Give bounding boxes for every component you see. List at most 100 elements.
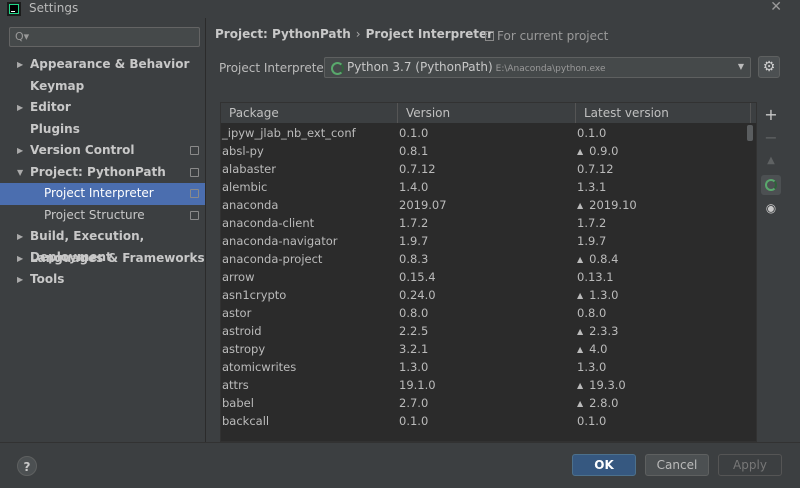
sidebar-item-plugins[interactable]: Plugins: [0, 119, 205, 141]
collapse-arrow-icon[interactable]: ▼: [17, 162, 23, 183]
table-row[interactable]: arrow 0.15.4 0.13.1: [221, 268, 751, 286]
table-header: Package Version Latest version: [221, 103, 756, 124]
vertical-scrollbar[interactable]: [747, 125, 753, 141]
sidebar-item-languages[interactable]: ▶ Languages & Frameworks: [0, 248, 205, 270]
sidebar-item-label: Languages & Frameworks: [30, 250, 205, 265]
package-name: anaconda-project: [222, 252, 323, 266]
latest-version-value: 0.8.4: [589, 252, 619, 266]
package-latest-version: 1.3.1: [577, 178, 606, 196]
table-row[interactable]: atomicwrites 1.3.0 1.3.0: [221, 358, 751, 376]
latest-version-value: 0.9.0: [589, 144, 619, 158]
package-name: astroid: [222, 324, 262, 338]
table-body: _ipyw_jlab_nb_ext_conf 0.1.0 0.1.0 absl-py 0…: [221, 124, 751, 430]
expand-arrow-icon[interactable]: ▶: [17, 248, 23, 269]
sidebar-item-label: Keymap: [30, 78, 85, 93]
package-latest-version: ▲ 19.3.0: [577, 376, 626, 395]
package-table: Package Version Latest version _ipyw_jla…: [220, 102, 757, 442]
copy-icon: [190, 146, 199, 155]
sidebar-item-tools[interactable]: ▶ Tools: [0, 269, 205, 291]
table-row[interactable]: alabaster 0.7.12 0.7.12: [221, 160, 751, 178]
sidebar-item-project[interactable]: ▼ Project: PythonPath: [0, 162, 205, 184]
package-name: backcall: [222, 414, 270, 428]
for-current-project: For current project: [485, 29, 608, 43]
package-version: 0.15.4: [399, 270, 436, 284]
package-version: 0.8.1: [399, 144, 429, 158]
table-row[interactable]: asn1crypto 0.24.0 ▲ 1.3.0: [221, 286, 751, 304]
package-name: absl-py: [222, 144, 264, 158]
table-row[interactable]: alembic 1.4.0 1.3.1: [221, 178, 751, 196]
package-latest-version: ▲ 0.8.4: [577, 250, 618, 269]
package-name: astropy: [222, 342, 266, 356]
cancel-button[interactable]: Cancel: [645, 454, 709, 476]
package-version: 2.7.0: [399, 396, 429, 410]
sidebar-item-label: Project: PythonPath: [30, 164, 166, 179]
sidebar-item-version-control[interactable]: ▶ Version Control: [0, 140, 205, 162]
loading-ring-icon: [765, 179, 777, 191]
interpreter-name: Python 3.7 (PythonPath): [347, 60, 493, 74]
apply-button[interactable]: Apply: [718, 454, 782, 476]
table-row[interactable]: anaconda 2019.07 ▲ 2019.10: [221, 196, 751, 214]
expand-arrow-icon[interactable]: ▶: [17, 140, 23, 161]
interpreter-label: Project Interpreter:: [219, 61, 333, 75]
package-name: astor: [222, 306, 252, 320]
table-row[interactable]: astropy 3.2.1 ▲ 4.0: [221, 340, 751, 358]
table-row[interactable]: anaconda-client 1.7.2 1.7.2: [221, 214, 751, 232]
table-row[interactable]: _ipyw_jlab_nb_ext_conf 0.1.0 0.1.0: [221, 124, 751, 142]
interpreter-dropdown[interactable]: Python 3.7 (PythonPath) E:\Anaconda\pytho…: [324, 57, 751, 78]
table-row[interactable]: attrs 19.1.0 ▲ 19.3.0: [221, 376, 751, 394]
sidebar-item-keymap[interactable]: Keymap: [0, 76, 205, 98]
expand-arrow-icon[interactable]: ▶: [17, 97, 23, 118]
refresh-button[interactable]: [761, 175, 781, 195]
sidebar-item-appearance[interactable]: ▶ Appearance & Behavior: [0, 54, 205, 76]
expand-arrow-icon[interactable]: ▶: [17, 54, 23, 75]
close-icon[interactable]: ✕: [770, 0, 782, 15]
package-version: 0.7.12: [399, 162, 436, 176]
sidebar-item-label: Tools: [30, 272, 65, 286]
column-header-latest[interactable]: Latest version: [576, 103, 751, 123]
upgrade-package-button[interactable]: ▲: [761, 151, 781, 171]
column-header-package[interactable]: Package: [221, 103, 398, 123]
sidebar-item-label: Plugins: [30, 121, 80, 136]
latest-version-value: 0.8.0: [577, 306, 607, 320]
sidebar-item-build[interactable]: ▶ Build, Execution, Deployment: [0, 226, 205, 264]
table-row[interactable]: astroid 2.2.5 ▲ 2.3.3: [221, 322, 751, 340]
table-row[interactable]: absl-py 0.8.1 ▲ 0.9.0: [221, 142, 751, 160]
table-row[interactable]: anaconda-project 0.8.3 ▲ 0.8.4: [221, 250, 751, 268]
expand-arrow-icon[interactable]: ▶: [17, 226, 23, 247]
help-button[interactable]: ?: [17, 456, 37, 476]
package-latest-version: ▲ 2.8.0: [577, 394, 618, 413]
latest-version-value: 0.7.12: [577, 162, 614, 176]
table-row[interactable]: anaconda-navigator 1.9.7 1.9.7: [221, 232, 751, 250]
column-header-version[interactable]: Version: [398, 103, 576, 123]
package-version: 2019.07: [399, 198, 447, 212]
package-name: attrs: [222, 378, 249, 392]
sidebar-item-label: Editor: [30, 100, 71, 114]
ok-button[interactable]: OK: [572, 454, 636, 476]
interpreter-value: Python 3.7 (PythonPath) E:\Anaconda\pytho…: [347, 60, 606, 74]
package-name: alembic: [222, 180, 268, 194]
gear-icon[interactable]: ⚙: [758, 56, 780, 78]
sidebar-item-project-interpreter[interactable]: Project Interpreter: [0, 183, 205, 205]
add-package-button[interactable]: +: [761, 105, 781, 125]
sidebar-item-label: Version Control: [30, 143, 135, 157]
sidebar-item-label: Project Structure: [44, 207, 145, 222]
package-latest-version: 0.1.0: [577, 124, 606, 142]
package-latest-version: ▲ 2019.10: [577, 196, 637, 215]
latest-version-value: 2.3.3: [589, 324, 619, 338]
eye-icon[interactable]: ◉: [761, 198, 781, 218]
table-row[interactable]: backcall 0.1.0 0.1.0: [221, 412, 751, 430]
table-row[interactable]: babel 2.7.0 ▲ 2.8.0: [221, 394, 751, 412]
sidebar-item-editor[interactable]: ▶ Editor: [0, 97, 205, 119]
latest-version-value: 1.3.0: [589, 288, 619, 302]
search-input[interactable]: Q▾: [9, 27, 200, 47]
package-name: _ipyw_jlab_nb_ext_conf: [222, 126, 356, 140]
interpreter-path: E:\Anaconda\python.exe: [495, 64, 606, 74]
expand-arrow-icon[interactable]: ▶: [17, 269, 23, 290]
remove-package-button[interactable]: −: [761, 128, 781, 148]
sidebar-item-project-structure[interactable]: Project Structure: [0, 205, 205, 227]
latest-version-value: 2019.10: [589, 198, 637, 212]
package-name: babel: [222, 396, 254, 410]
table-row[interactable]: astor 0.8.0 0.8.0: [221, 304, 751, 322]
upgrade-arrow-icon: ▲: [577, 147, 584, 156]
sidebar-item-label: Project Interpreter: [44, 186, 154, 200]
